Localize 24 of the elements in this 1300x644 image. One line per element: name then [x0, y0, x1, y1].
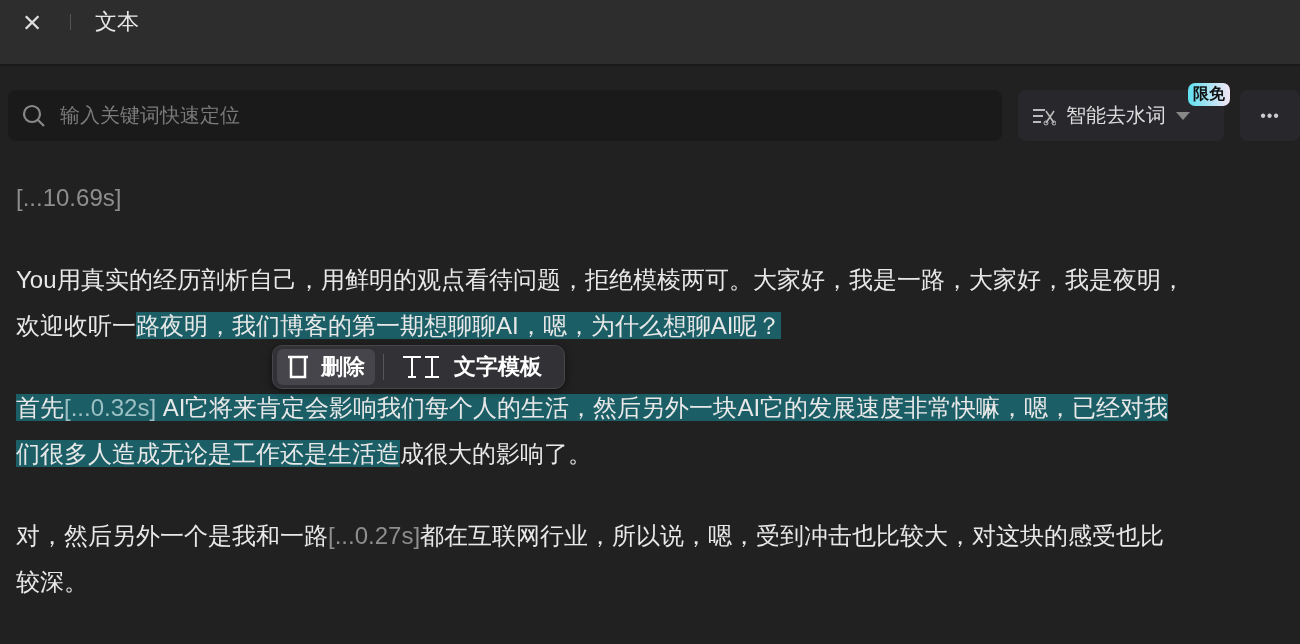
transcript-text[interactable]: 们很多人造成无论是工作还是生活造 [16, 440, 400, 467]
transcript-text[interactable]: 路夜明，我们博客的第一期想聊聊AI，嗯，为什么想聊AI呢？ [136, 312, 782, 339]
close-button[interactable]: × [18, 8, 46, 36]
trash-icon [287, 355, 309, 379]
search-field[interactable]: 输入关键词快速定位 [8, 90, 1003, 141]
pause-marker[interactable]: [...0.27s] [328, 522, 421, 549]
more-button[interactable]: ••• [1240, 90, 1300, 141]
transcript-text[interactable]: 都在互联网行业，所以说，嗯，受到冲击也比较大，对这块的感受也比 [420, 522, 1165, 549]
transcript-text[interactable]: You用真实的经历剖析自己，用鲜明的观点看待问题，拒绝模棱两可。大家好，我是一路，大家好，我是夜明， [16, 266, 1185, 293]
caret-icon [1176, 111, 1191, 120]
transcript-text[interactable]: 较深。 [16, 568, 88, 595]
search-icon [22, 104, 46, 128]
transcript-text[interactable]: 对，然后另外一个是我和一路 [16, 522, 328, 549]
pause-marker[interactable]: [...0.32s] [64, 394, 157, 421]
free-badge: 限免 [1188, 83, 1231, 106]
panel-title: 文本 [95, 8, 139, 36]
text-template-button[interactable]: 文字模板 [392, 349, 552, 385]
pause-marker[interactable]: [...10.69s] [16, 184, 122, 211]
transcript-text[interactable]: 欢迎收听一 [16, 312, 136, 339]
transcript-text[interactable]: 成很大的影响了。 [400, 440, 592, 467]
text-format-icon [402, 355, 442, 379]
transcript-text[interactable]: 首先 [16, 394, 64, 421]
delete-button[interactable]: 删除 [277, 349, 375, 385]
transcript-text[interactable]: AI它将来肯定会影响我们每个人的生活，然后另外一块AI它的发展速度非常快嘛，嗯，已经对我 [156, 394, 1169, 421]
